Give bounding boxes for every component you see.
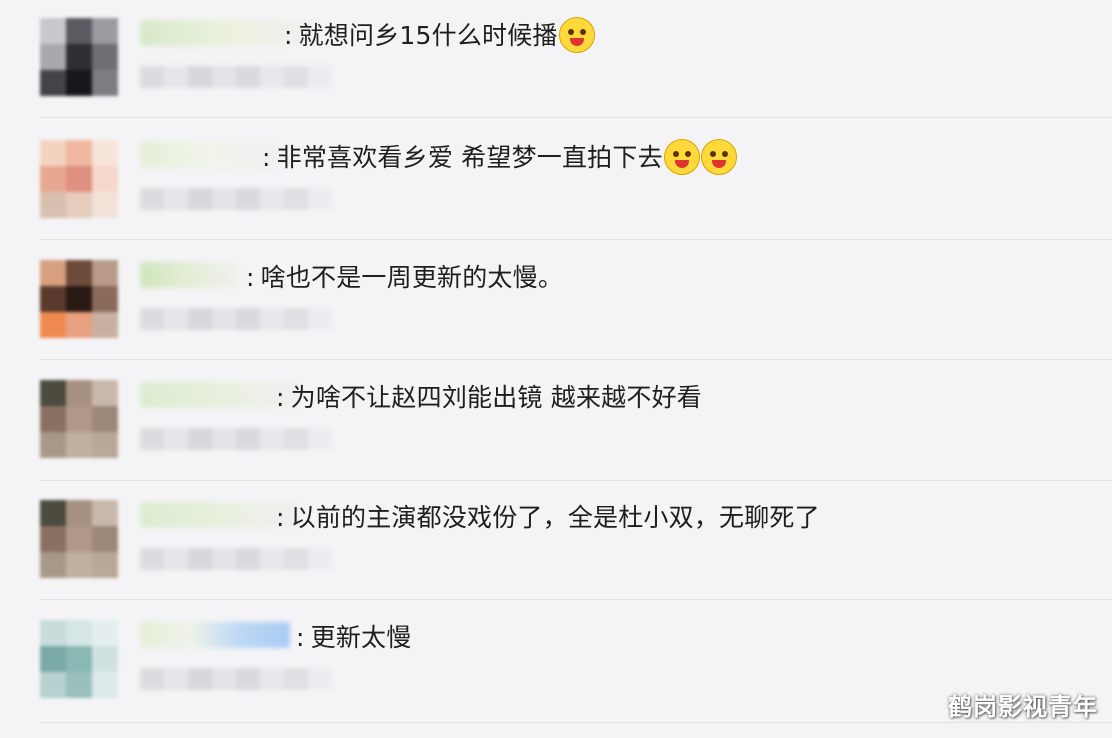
comment-body: 更新太慢	[310, 623, 412, 652]
avatar[interactable]	[40, 140, 118, 218]
colon: :	[246, 263, 255, 292]
comment-body: 啥也不是一周更新的太慢。	[260, 263, 564, 292]
comment-item: : 非常喜欢看乡爱 希望梦一直拍下去	[40, 122, 1112, 232]
comment-text: : 非常喜欢看乡爱 希望梦一直拍下去	[262, 138, 737, 177]
colon: :	[276, 503, 285, 532]
divider	[40, 599, 1112, 600]
colon: :	[296, 623, 305, 652]
laughing-face-icon	[663, 139, 700, 175]
watermark: 鹤岗影视青年	[948, 693, 1098, 721]
divider	[40, 722, 1112, 723]
divider	[40, 359, 1112, 360]
avatar[interactable]	[40, 620, 118, 698]
colon: :	[276, 383, 285, 412]
username-blurred[interactable]	[140, 142, 280, 168]
laughing-face-icon	[700, 139, 737, 175]
avatar[interactable]	[40, 260, 118, 338]
colon: :	[262, 143, 271, 172]
comment-text: : 以前的主演都没戏份了，全是杜小双，无聊死了	[276, 498, 820, 534]
meta-blurred	[140, 668, 332, 690]
colon: :	[284, 21, 293, 50]
comment-item: : 就想问乡15什么时候播	[40, 0, 1112, 110]
divider	[40, 480, 1112, 481]
meta-blurred	[140, 188, 332, 210]
comment-body: 就想问乡15什么时候播	[298, 21, 558, 50]
meta-blurred	[140, 66, 332, 88]
divider	[40, 117, 1112, 118]
comment-item: : 以前的主演都没戏份了，全是杜小双，无聊死了	[40, 482, 1112, 592]
meta-blurred	[140, 548, 332, 570]
meta-blurred	[140, 308, 332, 330]
meta-blurred	[140, 428, 332, 450]
avatar[interactable]	[40, 380, 118, 458]
comment-item: : 啥也不是一周更新的太慢。	[40, 242, 1112, 352]
laughing-face-icon	[558, 17, 595, 53]
comment-item: : 为啥不让赵四刘能出镜 越来越不好看	[40, 362, 1112, 472]
comment-body: 以前的主演都没戏份了，全是杜小双，无聊死了	[290, 503, 820, 532]
avatar[interactable]	[40, 500, 118, 578]
divider	[40, 239, 1112, 240]
comment-text: : 为啥不让赵四刘能出镜 越来越不好看	[276, 378, 702, 414]
comment-body: 非常喜欢看乡爱 希望梦一直拍下去	[276, 143, 663, 172]
comment-text: : 更新太慢	[296, 618, 411, 654]
avatar[interactable]	[40, 18, 118, 96]
comment-body: 为啥不让赵四刘能出镜 越来越不好看	[290, 383, 702, 412]
username-blurred[interactable]	[140, 262, 240, 288]
comment-text: : 啥也不是一周更新的太慢。	[246, 258, 563, 294]
comment-text: : 就想问乡15什么时候播	[284, 16, 595, 55]
username-blurred[interactable]	[140, 622, 290, 648]
